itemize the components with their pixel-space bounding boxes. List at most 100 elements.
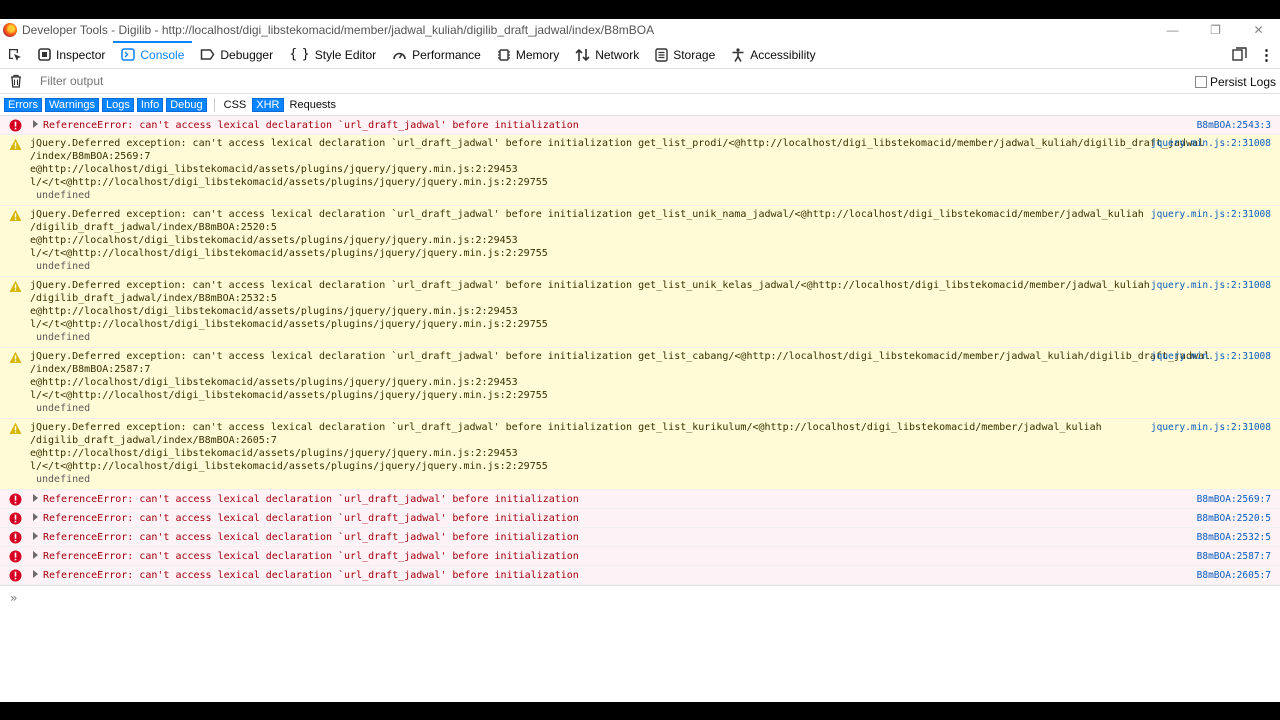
- filter-input[interactable]: [40, 74, 640, 88]
- filter-requests-button[interactable]: Requests: [287, 98, 339, 112]
- close-button[interactable]: ✕: [1237, 19, 1280, 41]
- message-line: jQuery.Deferred exception: can't access …: [30, 138, 1204, 149]
- console-message-error[interactable]: ReferenceError: can't access lexical dec…: [0, 116, 1280, 135]
- error-icon: [9, 493, 22, 506]
- storage-icon: [655, 47, 668, 62]
- firefox-icon: [3, 23, 17, 37]
- tab-console[interactable]: Console: [113, 40, 193, 69]
- message-text: ReferenceError: can't access lexical dec…: [43, 513, 579, 524]
- console-message-error[interactable]: ReferenceError: can't access lexical dec…: [0, 547, 1280, 566]
- filter-bar: Persist Logs: [0, 69, 1280, 94]
- dock-side-icon[interactable]: [1232, 46, 1247, 64]
- message-text: ReferenceError: can't access lexical dec…: [43, 494, 579, 505]
- expand-twisty-icon[interactable]: [33, 513, 38, 521]
- tab-label: Memory: [515, 47, 560, 62]
- message-source-link[interactable]: B8mBOA:2532:5: [1197, 531, 1271, 544]
- tab-label: Network: [595, 47, 640, 62]
- console-message-warning[interactable]: jQuery.Deferred exception: can't access …: [0, 348, 1280, 419]
- tab-inspector[interactable]: Inspector: [30, 41, 113, 69]
- filter-xhr-button[interactable]: XHR: [252, 97, 284, 112]
- persist-logs-toggle[interactable]: Persist Logs: [1194, 69, 1276, 94]
- filter-css-button[interactable]: CSS: [221, 98, 250, 112]
- expand-twisty-icon[interactable]: [33, 570, 38, 578]
- console-message-warning[interactable]: jQuery.Deferred exception: can't access …: [0, 135, 1280, 206]
- filter-logs-button[interactable]: Logs: [102, 97, 134, 112]
- message-line: jQuery.Deferred exception: can't access …: [30, 209, 1144, 220]
- stack-frame: e@http://localhost/digi_libstekomacid/as…: [30, 448, 518, 459]
- console-message-warning[interactable]: jQuery.Deferred exception: can't access …: [0, 206, 1280, 277]
- message-source-link[interactable]: B8mBOA:2605:7: [1197, 569, 1271, 582]
- message-source-link[interactable]: jquery.min.js:2:31008: [1151, 421, 1271, 434]
- message-line: jQuery.Deferred exception: can't access …: [30, 280, 1150, 291]
- tab-label: Inspector: [56, 47, 106, 62]
- tab-debugger[interactable]: Debugger: [192, 41, 281, 69]
- message-value: undefined: [36, 332, 91, 343]
- tab-storage[interactable]: Storage: [647, 41, 723, 69]
- warning-icon: [9, 351, 22, 364]
- persist-logs-label: Persist Logs: [1209, 74, 1276, 89]
- expand-twisty-icon[interactable]: [33, 494, 38, 502]
- tab-label: Storage: [673, 47, 716, 62]
- message-text: ReferenceError: can't access lexical dec…: [43, 120, 579, 131]
- console-message-warning[interactable]: jQuery.Deferred exception: can't access …: [0, 419, 1280, 490]
- message-line: /digilib_draft_jadwal/index/B8mBOA:2520:…: [30, 222, 277, 233]
- tab-label: Console: [140, 47, 185, 62]
- console-message-error[interactable]: ReferenceError: can't access lexical dec…: [0, 566, 1280, 585]
- error-icon: [9, 569, 22, 582]
- more-options-icon[interactable]: ⋮: [1259, 46, 1274, 64]
- filter-errors-button[interactable]: Errors: [4, 97, 42, 112]
- expand-twisty-icon[interactable]: [33, 120, 38, 128]
- persist-logs-checkbox[interactable]: [1194, 75, 1207, 88]
- accessibility-icon: [731, 47, 745, 62]
- stack-frame: e@http://localhost/digi_libstekomacid/as…: [30, 164, 518, 175]
- stack-frame: e@http://localhost/digi_libstekomacid/as…: [30, 377, 518, 388]
- expand-twisty-icon[interactable]: [33, 532, 38, 540]
- message-source-link[interactable]: B8mBOA:2520:5: [1197, 512, 1271, 525]
- console-message-error[interactable]: ReferenceError: can't access lexical dec…: [0, 509, 1280, 528]
- message-text: ReferenceError: can't access lexical dec…: [43, 532, 579, 543]
- message-text: ReferenceError: can't access lexical dec…: [43, 551, 579, 562]
- tab-style-editor[interactable]: { } Style Editor: [281, 41, 384, 69]
- message-source-link[interactable]: jquery.min.js:2:31008: [1151, 208, 1271, 221]
- window-controls: — ❐ ✕: [1151, 19, 1280, 41]
- console-message-warning[interactable]: jQuery.Deferred exception: can't access …: [0, 277, 1280, 348]
- message-source-link[interactable]: jquery.min.js:2:31008: [1151, 137, 1271, 150]
- console-input[interactable]: »: [0, 585, 1280, 611]
- message-source-link[interactable]: jquery.min.js:2:31008: [1151, 279, 1271, 292]
- style-editor-icon: { }: [289, 47, 310, 62]
- clear-console-icon[interactable]: [0, 74, 32, 88]
- message-source-link[interactable]: B8mBOA:2569:7: [1197, 493, 1271, 506]
- message-line: jQuery.Deferred exception: can't access …: [30, 422, 1102, 433]
- filter-debug-button[interactable]: Debug: [166, 97, 207, 112]
- message-source-link[interactable]: B8mBOA:2587:7: [1197, 550, 1271, 563]
- stack-frame: e@http://localhost/digi_libstekomacid/as…: [30, 235, 518, 246]
- message-value: undefined: [36, 190, 91, 201]
- message-value: undefined: [36, 474, 91, 485]
- tab-network[interactable]: Network: [567, 41, 647, 69]
- tab-accessibility[interactable]: Accessibility: [723, 41, 823, 69]
- minimize-button[interactable]: —: [1151, 19, 1194, 41]
- tab-performance[interactable]: Performance: [384, 41, 489, 69]
- warning-icon: [9, 209, 22, 222]
- element-picker-icon[interactable]: [0, 41, 30, 69]
- message-line: /digilib_draft_jadwal/index/B8mBOA:2532:…: [30, 293, 277, 304]
- message-line: /index/B8mBOA:2569:7: [30, 151, 151, 162]
- console-message-error[interactable]: ReferenceError: can't access lexical dec…: [0, 528, 1280, 547]
- console-message-error[interactable]: ReferenceError: can't access lexical dec…: [0, 490, 1280, 509]
- filter-info-button[interactable]: Info: [136, 97, 164, 112]
- filter-warnings-button[interactable]: Warnings: [44, 97, 100, 112]
- stack-frame: l/</t<@http://localhost/digi_libstekomac…: [30, 461, 548, 472]
- message-source-link[interactable]: B8mBOA:2543:3: [1197, 119, 1271, 132]
- restore-button[interactable]: ❐: [1194, 19, 1237, 41]
- error-icon: [9, 119, 22, 132]
- tab-memory[interactable]: Memory: [489, 41, 567, 69]
- error-icon: [9, 512, 22, 525]
- title-bar: Developer Tools - Digilib - http://local…: [0, 19, 1280, 41]
- memory-icon: [497, 48, 511, 62]
- error-icon: [9, 550, 22, 563]
- network-icon: [575, 48, 590, 62]
- expand-twisty-icon[interactable]: [33, 551, 38, 559]
- window-title: Developer Tools - Digilib - http://local…: [22, 23, 655, 37]
- warning-icon: [9, 138, 22, 151]
- message-source-link[interactable]: jquery.min.js:2:31008: [1151, 350, 1271, 363]
